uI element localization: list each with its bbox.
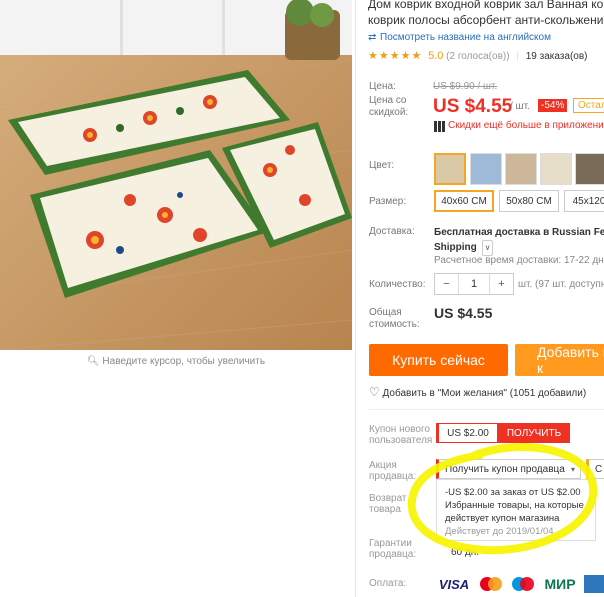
- color-label: Цвет:: [369, 160, 395, 171]
- total-label: Общая стоимость:: [369, 307, 420, 331]
- translate-link-text: Посмотреть название на английском: [380, 32, 551, 43]
- translate-link[interactable]: ⇄ Посмотреть название на английском: [368, 32, 551, 43]
- app-discount-link[interactable]: Скидки ещё больше в приложени: [448, 120, 604, 131]
- magnifier-icon: 🔍︎: [86, 356, 100, 367]
- wishlist-link[interactable]: ♡ Добавить в "Мои желания" (1051 добавил…: [369, 385, 586, 399]
- quantity-label: Количество:: [369, 279, 426, 290]
- color-swatch-2[interactable]: [470, 153, 502, 185]
- discount-price-label-2: скидкой:: [369, 107, 409, 118]
- maestro-icon: [509, 575, 537, 593]
- shipping-line-2: Shipping: [434, 242, 477, 253]
- discount-badge: -54%: [538, 99, 568, 112]
- quantity-plus-button[interactable]: +: [490, 274, 513, 294]
- quantity-input[interactable]: 1: [458, 274, 490, 294]
- rating-score: 5.0: [428, 50, 444, 62]
- rating-separator: |: [516, 51, 519, 62]
- color-swatch-1[interactable]: [434, 153, 466, 185]
- shipping-info[interactable]: Бесплатная доставка в Russian Fede Shipp…: [434, 226, 604, 256]
- mir-icon: МИР: [544, 576, 576, 592]
- remaining-badge: Остал: [573, 98, 604, 113]
- quantity-available: шт. (97 шт. доступно): [518, 279, 604, 290]
- size-option-50x80[interactable]: 50x80 CM: [499, 190, 559, 212]
- visa-icon: VISA: [438, 576, 470, 592]
- section-divider: [369, 409, 604, 410]
- quantity-stepper: − 1 +: [434, 273, 514, 295]
- discount-price-label-1: Цена со: [369, 95, 407, 106]
- size-label: Размер:: [369, 196, 407, 207]
- add-to-cart-button[interactable]: Добавить в к: [515, 344, 604, 376]
- product-image[interactable]: [0, 0, 352, 350]
- delivery-estimate: Расчетное время доставки: 17-22 дн: [434, 255, 604, 266]
- translate-icon: ⇄: [368, 32, 377, 43]
- mastercard-icon: [477, 575, 505, 593]
- size-option-45x120[interactable]: 45x120: [564, 190, 604, 212]
- zoom-hint: 🔍︎ Наведите курсор, чтобы увеличить: [0, 356, 352, 367]
- size-option-40x60[interactable]: 40x60 CM: [434, 190, 494, 212]
- original-price: US $9.90 / шт.: [433, 81, 498, 92]
- rug-photo: [0, 0, 352, 350]
- chevron-down-icon[interactable]: ∨: [481, 240, 494, 256]
- color-swatch-4[interactable]: [540, 153, 572, 185]
- divider: [355, 0, 356, 597]
- product-title: Дом коврик входной коврик зал Ванная ко …: [368, 0, 604, 28]
- payment-label: Оплата:: [369, 578, 407, 589]
- wishlist-text: Добавить в "Мои желания" (1051 добавили): [382, 388, 587, 399]
- heart-icon: ♡: [369, 385, 380, 399]
- shipping-label: Доставка:: [369, 226, 415, 237]
- color-swatch-5[interactable]: [575, 153, 604, 185]
- price-label: Цена:: [369, 81, 396, 92]
- highlight-circle-annotation: [407, 442, 598, 555]
- orders-count: 19 заказа(ов): [525, 51, 588, 62]
- total-label-1: Общая: [369, 307, 402, 318]
- title-line-2: коврик полосы абсорбент анти-скольжени: [368, 13, 604, 27]
- amex-icon: [584, 575, 604, 593]
- shipping-line-1: Бесплатная доставка в Russian Fede: [434, 227, 604, 238]
- total-label-2: стоимость:: [369, 319, 420, 330]
- color-swatch-3[interactable]: [505, 153, 537, 185]
- total-price: US $4.55: [434, 305, 493, 321]
- discount-price-label: Цена со скидкой:: [369, 95, 408, 119]
- title-line-1: Дом коврик входной коврик зал Ванная ко: [368, 0, 604, 11]
- rating-row: ★★★★★ 5.0 (2 голоса(ов)) | 19 заказа(ов): [368, 49, 588, 62]
- zoom-hint-text: Наведите курсор, чтобы увеличить: [102, 356, 266, 367]
- per-unit: / шт.: [510, 101, 530, 112]
- current-price: US $4.55: [433, 96, 513, 117]
- buy-now-button[interactable]: Купить сейчас: [369, 344, 508, 376]
- quantity-minus-button[interactable]: −: [435, 274, 458, 294]
- rating-votes[interactable]: (2 голоса(ов)): [446, 51, 509, 62]
- rating-stars-icon: ★★★★★: [368, 50, 423, 62]
- qr-code-icon: [434, 121, 445, 132]
